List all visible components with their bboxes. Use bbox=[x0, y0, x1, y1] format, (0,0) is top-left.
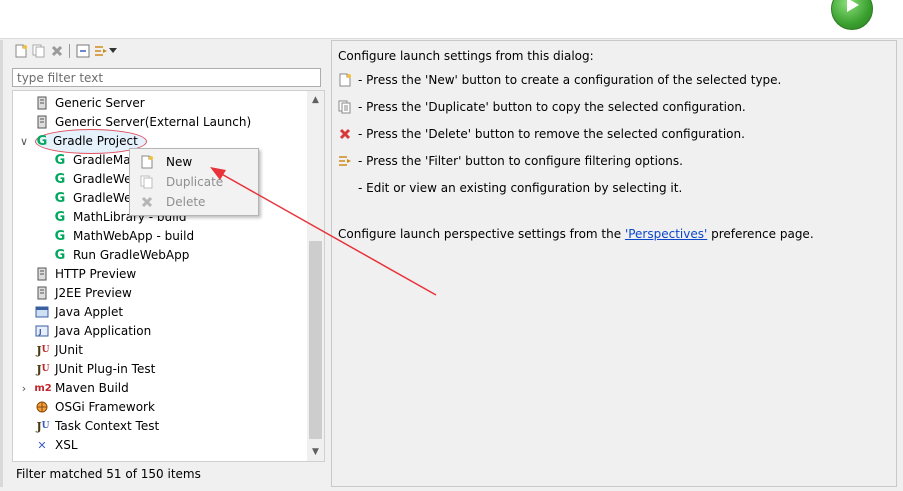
menu-item-label: Delete bbox=[166, 195, 206, 209]
context-menu-delete[interactable]: Delete bbox=[130, 192, 258, 212]
svg-text:J: J bbox=[38, 328, 42, 336]
maven-icon: m2 bbox=[34, 382, 52, 394]
tree-item-label: Java Applet bbox=[55, 305, 124, 319]
menu-item-label: Duplicate bbox=[166, 175, 224, 189]
intro-text: Configure launch settings from this dial… bbox=[338, 49, 594, 63]
config-type-tree[interactable]: Generic Server Generic Server(External L… bbox=[12, 90, 325, 462]
info-pane: Configure launch settings from this dial… bbox=[331, 40, 897, 487]
filter-input[interactable] bbox=[12, 68, 321, 87]
delete-button[interactable] bbox=[48, 42, 66, 60]
help-duplicate: - Press the 'Duplicate' button to copy t… bbox=[358, 100, 746, 114]
delete-icon bbox=[339, 128, 351, 140]
duplicate-icon bbox=[32, 44, 45, 58]
help-delete: - Press the 'Delete' button to remove th… bbox=[358, 127, 745, 141]
context-menu: New Duplicate Delete bbox=[129, 148, 259, 216]
collapse-all-button[interactable] bbox=[74, 42, 92, 60]
tree-item-label: GradleWe bbox=[73, 191, 132, 205]
junit-icon: JU bbox=[36, 343, 50, 357]
tree-item-label: JUnit Plug-in Test bbox=[55, 362, 156, 376]
new-config-icon bbox=[141, 155, 153, 169]
tree-item-label: HTTP Preview bbox=[55, 267, 137, 281]
dialog-header bbox=[0, 0, 903, 39]
tree-item-label: GradleWe bbox=[73, 172, 132, 186]
filter-icon bbox=[95, 46, 107, 56]
new-config-icon bbox=[339, 73, 351, 87]
tree-item-label: Task Context Test bbox=[55, 419, 160, 433]
xsl-icon: ✕ bbox=[37, 438, 47, 452]
task-context-icon: JU bbox=[36, 419, 50, 433]
gradle-icon: G bbox=[54, 152, 66, 168]
scroll-down-icon[interactable]: ▼ bbox=[309, 445, 322, 459]
server-icon bbox=[35, 96, 49, 110]
new-config-button[interactable] bbox=[12, 42, 30, 60]
scrollbar-thumb[interactable] bbox=[309, 241, 322, 439]
help-edit: - Edit or view an existing configuration… bbox=[358, 181, 683, 195]
tree-item-label: OSGi Framework bbox=[55, 400, 155, 414]
dropdown-arrow-icon bbox=[109, 48, 117, 53]
gradle-icon: G bbox=[54, 209, 66, 225]
perspective-text: Configure launch perspective settings fr… bbox=[338, 225, 814, 243]
server-icon bbox=[35, 115, 49, 129]
context-menu-duplicate[interactable]: Duplicate bbox=[130, 172, 258, 192]
filter-menu-button[interactable] bbox=[108, 42, 118, 60]
menu-item-label: New bbox=[166, 155, 193, 169]
osgi-icon bbox=[35, 400, 49, 414]
new-config-icon bbox=[15, 44, 27, 58]
filter-icon bbox=[339, 156, 351, 166]
window-edge bbox=[0, 40, 3, 487]
delete-icon bbox=[141, 196, 153, 208]
run-logo-icon bbox=[831, 0, 873, 30]
duplicate-button[interactable] bbox=[30, 42, 48, 60]
gradle-icon: G bbox=[54, 228, 66, 244]
help-new: - Press the 'New' button to create a con… bbox=[358, 73, 782, 87]
config-toolbar bbox=[8, 40, 328, 62]
tree-item-label: GradleMa bbox=[73, 153, 131, 167]
tree-item-label: Run GradleWebApp bbox=[73, 248, 190, 262]
perspectives-link[interactable]: 'Perspectives' bbox=[625, 227, 707, 241]
collapse-all-icon bbox=[76, 44, 90, 58]
config-type-pane: Generic Server Generic Server(External L… bbox=[8, 40, 328, 487]
perspective-prefix: Configure launch perspective settings fr… bbox=[338, 227, 625, 241]
duplicate-icon bbox=[338, 100, 351, 114]
java-app-icon: J bbox=[35, 324, 49, 338]
tree-item-label: MathWebApp - build bbox=[73, 229, 195, 243]
gradle-icon: G bbox=[36, 133, 48, 149]
gradle-icon: G bbox=[54, 171, 66, 187]
server-icon bbox=[35, 267, 49, 281]
chevron-down-icon[interactable]: ∨ bbox=[19, 132, 29, 151]
duplicate-icon bbox=[140, 175, 153, 189]
delete-icon bbox=[51, 45, 63, 57]
scroll-up-icon[interactable]: ▲ bbox=[309, 93, 322, 107]
applet-icon bbox=[35, 305, 49, 319]
tree-item-label: Java Application bbox=[55, 324, 152, 338]
tree-item-label: Gradle Project bbox=[53, 134, 138, 148]
tree-item-label: Generic Server bbox=[55, 96, 145, 110]
server-icon bbox=[35, 286, 49, 300]
gradle-icon: G bbox=[54, 190, 66, 206]
tree-item-label: Maven Build bbox=[55, 381, 129, 395]
tree-item-label: JUnit bbox=[55, 343, 83, 357]
filter-status: Filter matched 51 of 150 items bbox=[16, 467, 201, 481]
toolbar-separator bbox=[69, 44, 70, 58]
help-filter: - Press the 'Filter' button to configure… bbox=[358, 154, 683, 168]
tree-item-label: XSL bbox=[55, 438, 78, 452]
context-menu-new[interactable]: New bbox=[130, 152, 258, 172]
junit-plugin-icon: JU bbox=[36, 362, 50, 376]
tree-scrollbar[interactable]: ▲ ▼ bbox=[307, 91, 324, 461]
chevron-right-icon[interactable]: › bbox=[19, 379, 29, 398]
tree-item-label: J2EE Preview bbox=[55, 286, 132, 300]
gradle-icon: G bbox=[54, 247, 66, 263]
perspective-suffix: preference page. bbox=[707, 227, 814, 241]
